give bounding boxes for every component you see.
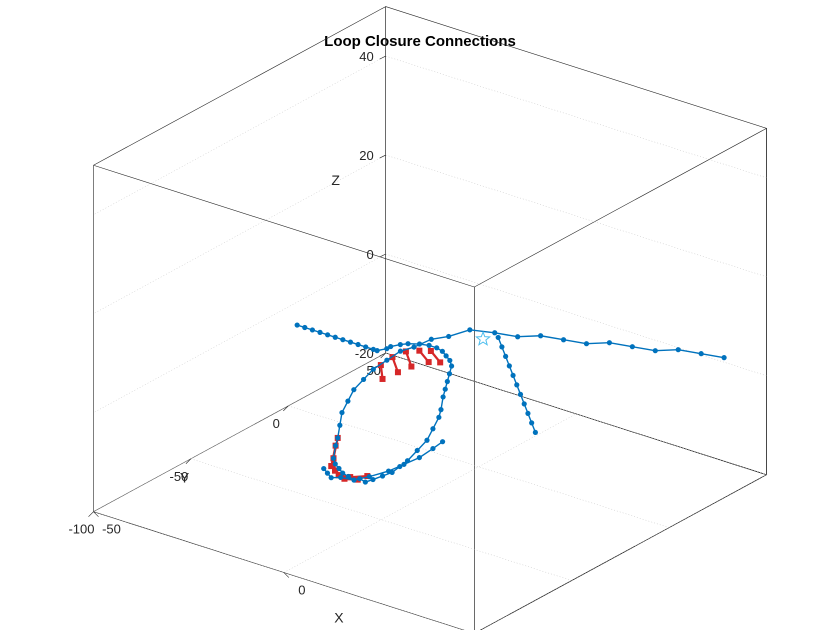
figure-window: { "chart_data": { "type": "line", "title… bbox=[0, 0, 840, 630]
z-axis-label: Z bbox=[331, 172, 340, 188]
z-tick-label: 20 bbox=[359, 148, 373, 163]
y-tick-label: 0 bbox=[273, 416, 280, 431]
x-tick-label: 0 bbox=[298, 583, 305, 598]
y-tick-label: -100 bbox=[68, 522, 94, 537]
x-tick-label: -50 bbox=[102, 522, 121, 537]
y-axis-label: Y bbox=[180, 469, 190, 485]
x-axis-label: X bbox=[334, 610, 344, 626]
z-tick-label: 40 bbox=[359, 49, 373, 64]
axes-3d[interactable]: -20 0 20 40 -100 -50 0 50 -50 0 50 X Y Z bbox=[0, 0, 840, 630]
z-tick-label: 0 bbox=[366, 247, 373, 262]
